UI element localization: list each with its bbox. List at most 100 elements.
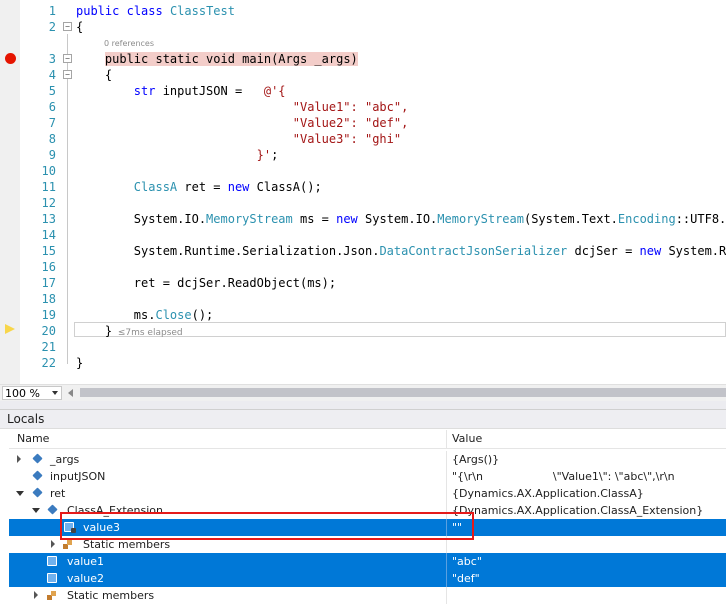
line-number: 4 [48,68,56,82]
code-line[interactable]: 10 [0,163,726,179]
locals-row-value1[interactable]: value1 "abc" [9,553,726,570]
column-separator [446,468,447,485]
code-token: ClassA(); [249,180,322,194]
column-value-header[interactable]: Value [452,430,482,448]
fold-toggle[interactable]: − [63,70,72,79]
code-line[interactable]: 4 { [0,67,726,83]
code-line[interactable]: 2{ [0,19,726,35]
zoom-dropdown[interactable]: 100 % [2,386,62,400]
collapse-icon[interactable] [32,508,40,513]
code-token: MemoryStream [437,212,524,226]
chevron-down-icon [52,391,58,395]
code-line[interactable]: 7 "Value2": "def", [0,115,726,131]
locals-row-inputjson[interactable]: inputJSON "{\r\n \"Value1\": \"abc\",\r\… [9,468,726,485]
variable-name: value2 [67,572,105,585]
scroll-left-icon[interactable] [68,389,73,397]
code-text: ms.Close(); [76,307,214,323]
code-text: ret = dcjSer.ReadObject(ms); [76,275,336,291]
code-token: ms. [76,308,156,322]
column-name-header[interactable]: Name [17,430,49,448]
code-line[interactable]: 3 public static void main(Args _args) [0,51,726,67]
code-token: ret = [177,180,228,194]
code-line[interactable]: 13 System.IO.MemoryStream ms = new Syste… [0,211,726,227]
object-icon [32,470,43,481]
variable-name: Static members [67,589,155,602]
code-lens-references[interactable]: 0 references [104,39,154,49]
code-line[interactable]: 14 [0,227,726,243]
variable-name: ret [50,487,66,500]
code-line[interactable]: 16 [0,259,726,275]
line-number: 9 [48,148,56,162]
field-icon [47,573,57,583]
code-token: } [76,324,113,338]
expand-icon[interactable] [51,540,55,548]
code-text: { [76,67,112,83]
code-line[interactable]: 21 [0,339,726,355]
line-number: 12 [41,196,56,210]
code-token: System.IO. [357,212,438,226]
code-line[interactable]: 19 ms.Close(); [0,307,726,323]
line-number: 21 [41,340,56,354]
code-line[interactable]: 1 public class ClassTest [0,3,726,19]
code-token: Close [155,308,192,322]
line-number: 15 [41,244,56,258]
fold-toggle[interactable]: − [63,22,72,31]
code-text: } [76,355,83,371]
editor-zoom-bar: 100 % [0,384,726,401]
line-number: 13 [41,212,56,226]
expand-icon[interactable] [34,591,38,599]
column-separator[interactable] [446,430,447,448]
column-separator [446,451,447,468]
code-editor[interactable]: 0 references 1 public class ClassTest 2{ 3 … [0,0,726,384]
code-text: }'; [76,147,279,163]
code-text: System.Runtime.Serialization.Json.DataCo… [76,243,726,259]
panel-splitter[interactable] [0,401,726,410]
variable-name: value1 [67,555,105,568]
line-number: 10 [41,164,56,178]
static-members-icon [63,539,73,549]
code-line[interactable]: 18 [0,291,726,307]
code-token: }' [76,148,272,162]
variable-value: {Dynamics.AX.Application.ClassA_Extensio… [452,504,704,517]
code-text: str inputJSON = @'{ [76,83,286,99]
locals-row-args[interactable]: _args {Args()} [9,451,726,468]
code-token: dcjSer = [567,244,640,258]
code-line[interactable]: 20 } ≤7ms elapsed [0,323,726,339]
code-token: class [126,4,163,18]
line-number: 18 [41,292,56,306]
horizontal-scrollbar-thumb[interactable] [80,388,726,397]
code-token: @'{ [263,84,286,98]
code-line[interactable]: 22} [0,355,726,371]
code-line[interactable]: 9 }'; [0,147,726,163]
code-line[interactable]: 17 ret = dcjSer.ReadObject(ms); [0,275,726,291]
locals-row-ret[interactable]: ret {Dynamics.AX.Application.ClassA} [9,485,726,502]
code-line[interactable]: 5 str inputJSON = @'{ [0,83,726,99]
locals-row-static-members[interactable]: Static members [9,587,726,604]
line-number: 19 [41,308,56,322]
code-token: public [76,4,120,18]
line-number: 7 [48,116,56,130]
code-token: ClassTest [162,4,235,18]
code-token: "Value1": "abc", [76,100,409,114]
code-line[interactable]: 8 "Value3": "ghi" [0,131,726,147]
column-separator [446,587,447,604]
code-token: System.Runtime.Serialization.Json. [76,244,380,258]
variable-value: "def" [452,572,480,585]
locals-row-value2[interactable]: value2 "def" [9,570,726,587]
line-number: 1 [48,4,56,18]
code-line[interactable]: 15 System.Runtime.Serialization.Json.Dat… [0,243,726,259]
expand-icon[interactable] [17,455,21,463]
code-line[interactable]: 12 [0,195,726,211]
fold-toggle[interactable]: − [63,54,72,63]
zoom-level: 100 % [5,387,40,400]
locals-title[interactable]: Locals [0,410,726,429]
code-line[interactable]: 6 "Value1": "abc", [0,99,726,115]
code-line[interactable]: 11 ClassA ret = new ClassA(); [0,179,726,195]
code-text: "Value1": "abc", [76,99,409,115]
collapse-icon[interactable] [16,491,24,496]
line-number: 3 [48,52,56,66]
code-token: inputJSON = [155,84,264,98]
code-token: "Value2": "def", [76,116,409,130]
annotation-highlight-box [60,512,474,540]
